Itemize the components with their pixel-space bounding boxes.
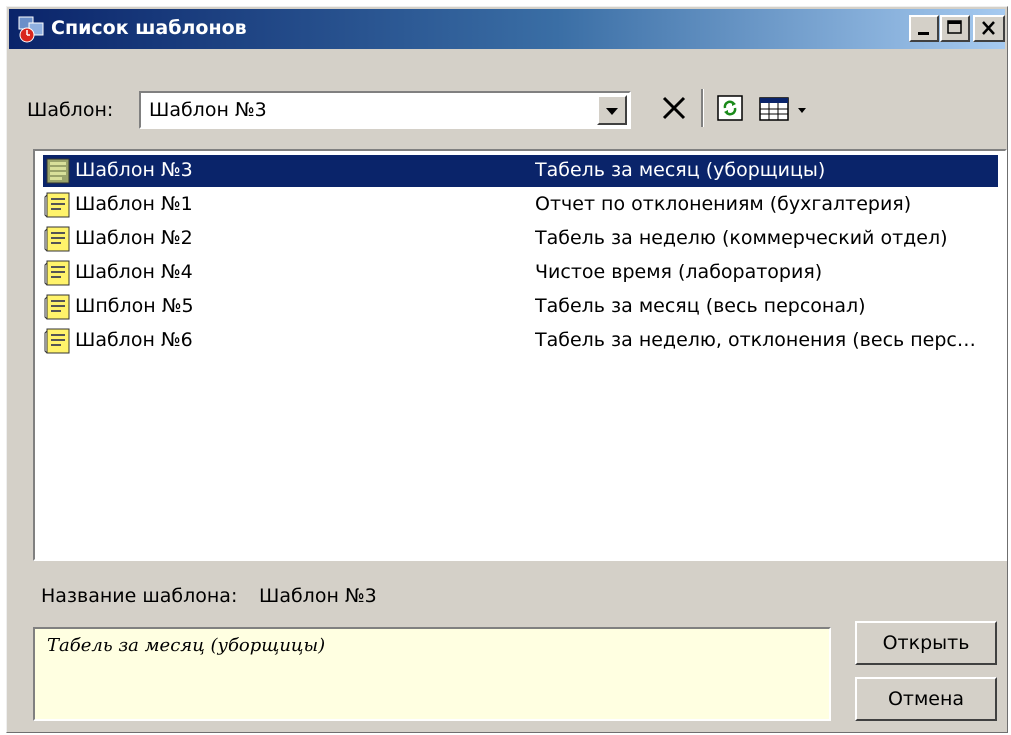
template-description: Отчет по отклонениям (бухгалтерия) [535,193,912,215]
close-icon [982,21,995,35]
combobox-dropdown-button[interactable] [597,95,627,125]
template-name: Шпблон №5 [75,295,194,317]
list-item[interactable]: Шаблон №2 Табель за неделю (коммерческий… [43,223,998,255]
view-mode-dropdown-icon[interactable] [796,105,808,115]
maximize-button[interactable] [940,15,970,42]
template-description-box[interactable]: Табель за месяц (уборщицы) [33,627,831,721]
template-file-icon [44,260,70,286]
template-description: Табель за неделю, отклонения (весь перс… [535,329,976,351]
templates-dialog: Список шаблонов Шаблон: Шаблон №3 Шаблон… [6,6,1008,733]
list-item[interactable]: Шаблон №3 Табель за месяц (уборщицы) [43,155,998,187]
minimize-button[interactable] [909,15,939,42]
open-button[interactable]: Открыть [855,621,997,665]
view-mode-icon[interactable] [759,97,789,121]
template-description: Табель за месяц (весь персонал) [535,295,866,317]
template-label: Шаблон: [27,99,114,121]
template-name: Шаблон №1 [75,193,193,215]
template-description: Табель за месяц (уборщицы) [535,159,826,181]
title-bar[interactable]: Список шаблонов [9,9,1005,49]
template-file-icon [44,226,70,252]
cancel-button[interactable]: Отмена [855,677,997,721]
close-button[interactable] [973,15,1005,42]
template-name: Шаблон №3 [75,159,193,181]
template-combobox-value: Шаблон №3 [149,99,267,121]
list-item[interactable]: Шаблон №1 Отчет по отклонениям (бухгалте… [43,189,998,221]
delete-icon[interactable] [659,93,689,123]
template-file-icon [46,158,70,184]
refresh-icon[interactable] [717,95,743,121]
template-name: Шаблон №4 [75,261,193,283]
template-file-icon [44,192,70,218]
template-name-value: Шаблон №3 [259,585,377,607]
template-name: Шаблон №2 [75,227,193,249]
template-name-label: Название шаблона: [41,585,238,607]
window-title: Список шаблонов [51,17,247,39]
template-description-text: Табель за месяц (уборщицы) [47,635,326,656]
template-description: Чистое время (лаборатория) [535,261,823,283]
templates-list[interactable]: Шаблон №3 Табель за месяц (уборщицы) Шаб… [33,149,1007,561]
maximize-icon [947,20,962,34]
template-file-icon [44,328,70,354]
template-file-icon [44,294,70,320]
template-combobox[interactable]: Шаблон №3 [139,91,631,129]
list-item[interactable]: Шаблон №4 Чистое время (лаборатория) [43,257,998,289]
template-name: Шаблон №6 [75,329,193,351]
minimize-icon [918,32,929,35]
list-item[interactable]: Шаблон №6 Табель за неделю, отклонения (… [43,325,998,357]
toolbar-separator [701,89,704,127]
list-item[interactable]: Шпблон №5 Табель за месяц (весь персонал… [43,291,998,323]
template-description: Табель за неделю (коммерческий отдел) [535,227,948,249]
templates-app-icon [18,16,44,43]
